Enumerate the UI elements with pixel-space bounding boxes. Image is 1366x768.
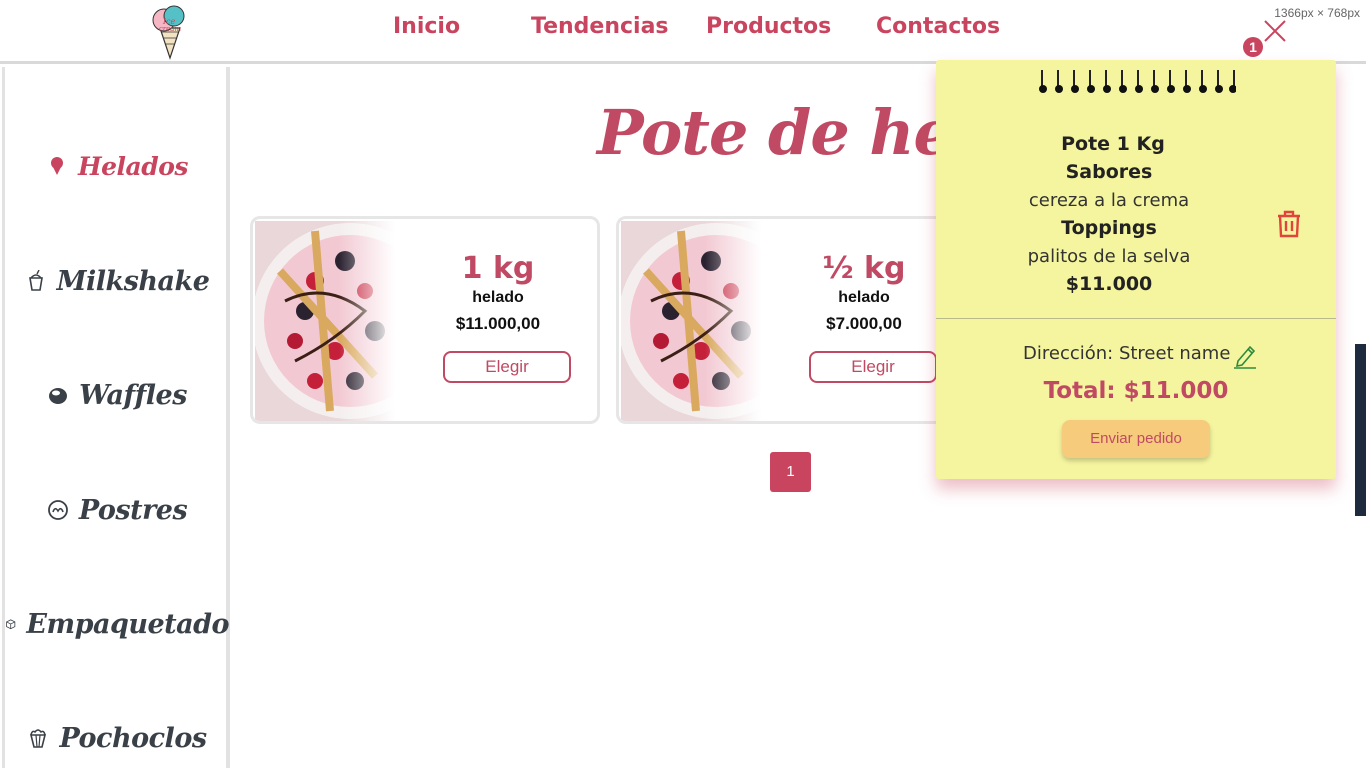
scrollbar-strip[interactable] [1355,344,1366,516]
flavors-value: cereza a la crema [1028,190,1190,211]
product-price: $7.000,00 [826,314,902,333]
trash-icon[interactable] [1276,210,1302,238]
product-card-half-kg: ½ kg helado $7.000,00 Elegir [616,216,966,424]
toppings-label: Toppings [1061,217,1157,239]
popcorn-icon [30,729,47,748]
box-icon [6,619,16,630]
sidebar-item-empaquetado[interactable]: Empaquetado [5,599,229,649]
ice-cream-icon [51,157,64,175]
milkshake-icon [28,270,43,291]
cart-divider [936,318,1336,319]
category-sidebar: Helados Milkshake Waffles Postres Empaqu… [2,67,230,768]
waffle-icon [49,388,68,404]
product-size: ½ kg [822,251,906,286]
product-price: $11.000,00 [455,314,541,333]
sidebar-item-label: Milkshake [56,265,210,297]
product-kind: helado [838,289,890,306]
sidebar-item-milkshake[interactable]: Milkshake [5,256,229,306]
sidebar-item-label: Postres [78,494,188,526]
ice-cream-pot-image [255,221,395,421]
delivery-address: Dirección: Street name [1023,343,1231,364]
cart-count-badge: 1 [1243,37,1263,57]
dessert-icon [47,500,68,520]
ice-cream-logo[interactable]: Ice cream [146,4,194,60]
svg-text:cream: cream [159,25,182,33]
cart-panel: Pote 1 Kg Sabores cereza a la crema Topp… [936,60,1336,479]
sidebar-item-postres[interactable]: Postres [5,485,229,535]
sidebar-item-label: Empaquetado [26,608,229,640]
nav-inicio[interactable]: Inicio [393,14,460,39]
sidebar-item-helados[interactable]: Helados [5,141,229,191]
sidebar-item-label: Pochoclos [59,722,207,754]
top-header: Ice cream Inicio Tendencias Productos Co… [0,0,1366,64]
sidebar-item-label: Helados [78,151,188,181]
cart-item-name: Pote 1 Kg [1061,133,1165,155]
close-cart-icon[interactable] [1262,18,1288,44]
nav-contactos[interactable]: Contactos [876,14,1000,39]
page-1-button[interactable]: 1 [770,452,811,492]
flavors-label: Sabores [1065,161,1153,183]
cart-total: Total: $11.000 [1043,378,1229,404]
sidebar-item-pochoclos[interactable]: Pochoclos [5,713,229,763]
ice-cream-pot-image [621,221,761,421]
toppings-value: palitos de la selva [1027,246,1191,267]
product-size: 1 kg [461,251,535,286]
choose-button[interactable]: Elegir [809,351,937,383]
product-card-1kg: 1 kg helado $11.000,00 Elegir [250,216,600,424]
send-order-button[interactable]: Enviar pedido [1062,420,1210,458]
nav-tendencias[interactable]: Tendencias [531,14,669,39]
sidebar-item-waffles[interactable]: Waffles [5,370,229,420]
nav-productos[interactable]: Productos [706,14,831,39]
product-kind: helado [472,289,524,306]
cart-item-price: $11.000 [1065,273,1153,295]
sidebar-item-label: Waffles [79,379,187,411]
edit-pencil-icon[interactable] [1233,343,1257,369]
notepad-spiral-icon [1039,70,1236,93]
choose-button[interactable]: Elegir [443,351,571,383]
